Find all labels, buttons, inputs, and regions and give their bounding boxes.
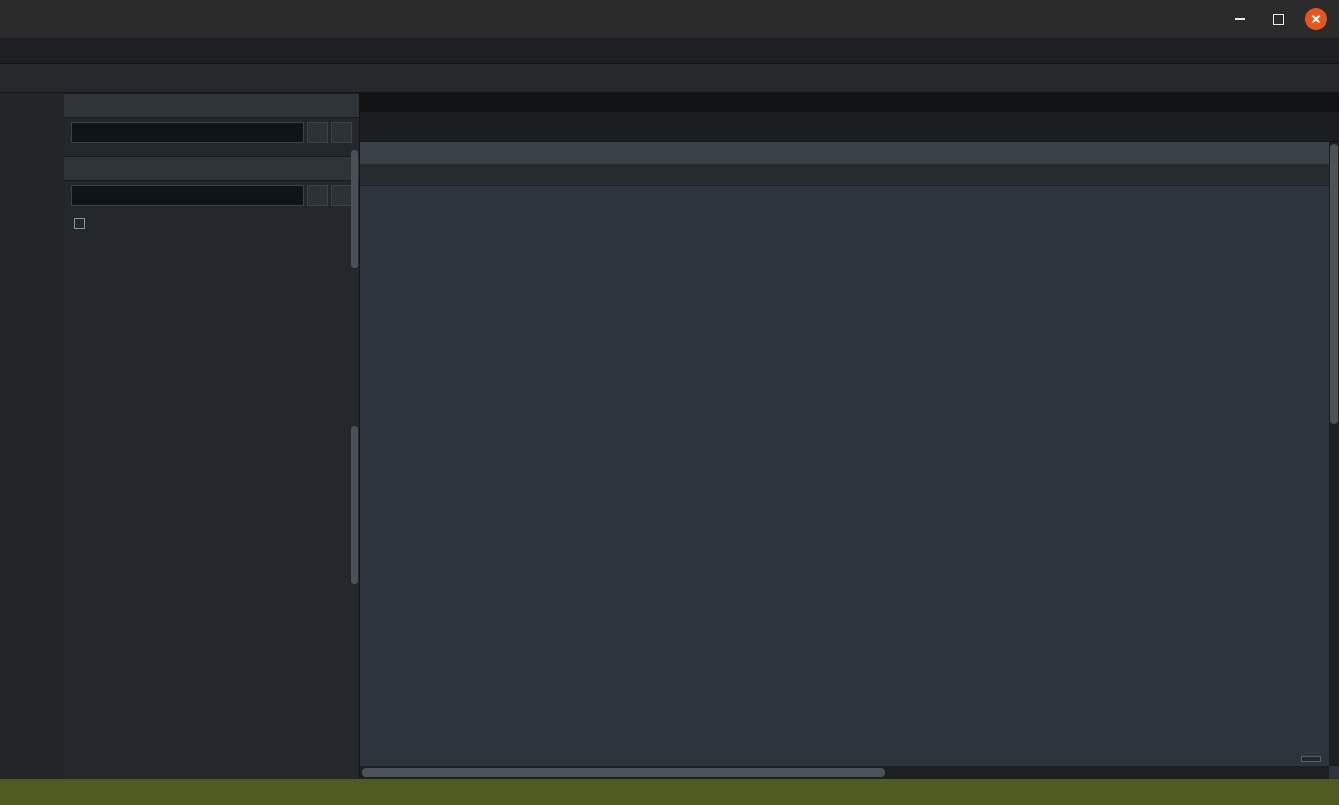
- tab-groups-bar: [360, 93, 1339, 112]
- horizontal-scrollbar[interactable]: [360, 766, 1329, 779]
- minimize-button[interactable]: [1229, 8, 1251, 30]
- tables-list: [64, 236, 359, 779]
- tables-search-row: [64, 181, 359, 210]
- add-connection-small-button[interactable]: [307, 122, 328, 143]
- content-area: [360, 93, 1339, 779]
- refresh-connections-button[interactable]: [331, 122, 352, 143]
- titlebar[interactable]: [0, 0, 1339, 38]
- close-button[interactable]: [1305, 8, 1327, 30]
- tables-group-row[interactable]: [64, 210, 359, 236]
- vertical-scrollbar[interactable]: [1329, 142, 1339, 766]
- connections-header: [64, 93, 359, 118]
- refresh-tables-button[interactable]: [331, 185, 352, 206]
- sidebar: [64, 93, 360, 779]
- add-table-small-button[interactable]: [307, 185, 328, 206]
- data-grid: [360, 142, 1339, 779]
- window-controls: [1229, 8, 1339, 30]
- menubar: [0, 38, 1339, 64]
- tables-header: [64, 156, 359, 181]
- statusbar: [0, 779, 1339, 805]
- grid-header-row: [360, 142, 1339, 164]
- connections-list: [64, 147, 359, 156]
- selection-stats-overlay: [1301, 756, 1321, 762]
- grid-body: [360, 186, 1329, 766]
- vertical-scrollbar-thumb[interactable]: [1330, 144, 1338, 424]
- connections-search-input[interactable]: [71, 122, 304, 143]
- dbgate-window: [0, 0, 1339, 805]
- tabs-bar: [360, 112, 1339, 142]
- main-area: [0, 93, 1339, 779]
- tables-search-input[interactable]: [71, 185, 304, 206]
- sidebar-scrollbar-thumb[interactable]: [351, 150, 358, 268]
- collapse-icon[interactable]: [74, 218, 85, 229]
- horizontal-scrollbar-thumb[interactable]: [362, 768, 885, 777]
- icon-rail: [0, 93, 64, 779]
- maximize-button[interactable]: [1267, 8, 1289, 30]
- grid-filter-row: [360, 164, 1339, 186]
- connections-search-row: [64, 118, 359, 147]
- tables-scrollbar-thumb[interactable]: [351, 426, 358, 584]
- toolbar: [0, 64, 1339, 93]
